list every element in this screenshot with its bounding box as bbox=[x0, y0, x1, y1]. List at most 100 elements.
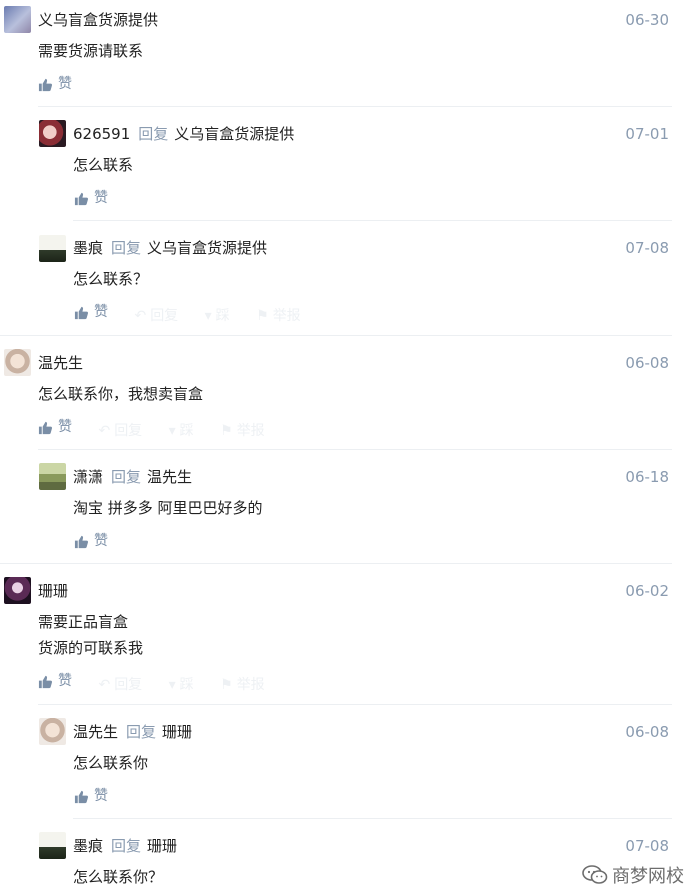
thumbs-up-icon bbox=[74, 306, 89, 319]
reply-header: 墨痕 回复 义乌盲盒货源提供 bbox=[73, 238, 267, 258]
like-label: 赞 bbox=[94, 304, 108, 320]
reply-label: 回复 bbox=[126, 723, 157, 741]
thumbs-up-icon bbox=[38, 675, 53, 688]
comment-text: 淘宝 拼多多 阿里巴巴好多的 bbox=[73, 499, 263, 517]
reply-button[interactable]: ↶ 回复 bbox=[98, 421, 142, 441]
reply-label: 回复 bbox=[150, 307, 179, 324]
comment-author[interactable]: 珊珊 bbox=[38, 581, 68, 601]
avatar[interactable] bbox=[39, 235, 66, 262]
comment-author[interactable]: 626591 bbox=[73, 125, 130, 143]
comment-date: 07-01 bbox=[625, 125, 669, 143]
avatar[interactable] bbox=[39, 832, 66, 859]
report-button[interactable]: ⚑ 举报 bbox=[220, 675, 265, 695]
reply-target[interactable]: 温先生 bbox=[147, 468, 192, 486]
comment-date: 06-08 bbox=[625, 723, 669, 741]
like-button[interactable]: 赞 bbox=[38, 74, 72, 94]
report-label: 举报 bbox=[236, 676, 265, 693]
report-label: 举报 bbox=[272, 307, 301, 324]
divider bbox=[38, 704, 672, 705]
reply-label: 回复 bbox=[111, 837, 142, 855]
comment-actions: 赞 ↶ 回复 ▾ 踩 ⚑ 举报 bbox=[38, 417, 265, 441]
flag-icon: ⚑ bbox=[220, 676, 233, 693]
comment-text: 怎么联系你？ bbox=[73, 868, 164, 886]
reply-header: 626591 回复 义乌盲盒货源提供 bbox=[73, 124, 294, 144]
reply-button[interactable]: ↶ 回复 bbox=[98, 675, 142, 695]
comment-text: 怎么联系你，我想卖盲盒 bbox=[38, 385, 204, 403]
dislike-button[interactable]: ▾ 踩 bbox=[169, 675, 194, 695]
divider bbox=[0, 563, 672, 564]
comment-author[interactable]: 义乌盲盒货源提供 bbox=[38, 10, 158, 30]
like-button[interactable]: 赞 bbox=[74, 786, 108, 806]
comment-actions: 赞 ↶ 回复 ▾ 踩 ⚑ 举报 bbox=[74, 302, 301, 326]
thumbs-up-icon bbox=[74, 790, 89, 803]
comment-date: 06-18 bbox=[625, 468, 669, 486]
comment-date: 07-08 bbox=[625, 239, 669, 257]
avatar[interactable] bbox=[4, 6, 31, 33]
like-label: 赞 bbox=[94, 533, 108, 549]
comment-text: 需要货源请联系 bbox=[38, 42, 144, 60]
like-label: 赞 bbox=[94, 190, 108, 206]
comment-text: 货源的可联系我 bbox=[38, 639, 144, 657]
report-label: 举报 bbox=[236, 422, 265, 439]
comment-actions: 赞 bbox=[38, 74, 72, 98]
report-button[interactable]: ⚑ 举报 bbox=[220, 421, 265, 441]
like-button[interactable]: 赞 bbox=[38, 417, 72, 437]
reply-label: 回复 bbox=[114, 676, 143, 693]
reply-target[interactable]: 义乌盲盒货源提供 bbox=[174, 125, 294, 143]
reply-label: 回复 bbox=[114, 422, 143, 439]
comment-date: 06-08 bbox=[625, 354, 669, 372]
dislike-label: 踩 bbox=[179, 676, 194, 693]
comment-author[interactable]: 墨痕 bbox=[73, 837, 103, 855]
comment-actions: 赞 bbox=[74, 188, 108, 212]
dislike-label: 踩 bbox=[215, 307, 230, 324]
flag-icon: ⚑ bbox=[220, 422, 233, 439]
like-button[interactable]: 赞 bbox=[74, 302, 108, 322]
like-button[interactable]: 赞 bbox=[38, 671, 72, 691]
avatar[interactable] bbox=[39, 718, 66, 745]
comment-date: 06-02 bbox=[625, 582, 669, 600]
comment-text: 怎么联系？ bbox=[73, 270, 149, 288]
like-label: 赞 bbox=[58, 76, 72, 92]
like-label: 赞 bbox=[94, 788, 108, 804]
report-button[interactable]: ⚑ 举报 bbox=[256, 306, 301, 326]
reply-label: 回复 bbox=[111, 239, 142, 257]
comment-actions: 赞 bbox=[74, 786, 108, 810]
thumbs-up-icon bbox=[74, 535, 89, 548]
like-button[interactable]: 赞 bbox=[74, 531, 108, 551]
dislike-button[interactable]: ▾ 踩 bbox=[169, 421, 194, 441]
divider bbox=[73, 220, 672, 221]
flag-icon: ⚑ bbox=[256, 307, 269, 324]
comment-text: 怎么联系 bbox=[73, 156, 134, 174]
comment-date: 06-30 bbox=[625, 11, 669, 29]
comment-text: 怎么联系你 bbox=[73, 754, 149, 772]
divider bbox=[38, 106, 672, 107]
avatar[interactable] bbox=[4, 349, 31, 376]
reply-target[interactable]: 珊珊 bbox=[147, 837, 177, 855]
wechat-icon bbox=[582, 865, 608, 884]
thumbs-down-icon: ▾ bbox=[168, 676, 176, 693]
comment-actions: 赞 ↶ 回复 ▾ 踩 ⚑ 举报 bbox=[38, 671, 265, 695]
comment-author[interactable]: 墨痕 bbox=[73, 239, 103, 257]
like-label: 赞 bbox=[58, 673, 72, 689]
thumbs-up-icon bbox=[38, 78, 53, 91]
like-button[interactable]: 赞 bbox=[74, 188, 108, 208]
reply-button[interactable]: ↶ 回复 bbox=[134, 306, 178, 326]
avatar[interactable] bbox=[4, 577, 31, 604]
comment-actions: 赞 bbox=[74, 531, 108, 555]
avatar[interactable] bbox=[39, 463, 66, 490]
thumbs-up-icon bbox=[38, 421, 53, 434]
comment-author[interactable]: 温先生 bbox=[38, 353, 83, 373]
reply-header: 温先生 回复 珊珊 bbox=[73, 722, 192, 742]
reply-target[interactable]: 珊珊 bbox=[162, 723, 192, 741]
comment-author[interactable]: 潇潇 bbox=[73, 468, 103, 486]
thumbs-down-icon: ▾ bbox=[204, 307, 212, 324]
reply-label: 回复 bbox=[138, 125, 169, 143]
reply-target[interactable]: 义乌盲盒货源提供 bbox=[147, 239, 267, 257]
like-label: 赞 bbox=[58, 419, 72, 435]
reply-header: 墨痕 回复 珊珊 bbox=[73, 836, 177, 856]
avatar[interactable] bbox=[39, 120, 66, 147]
reply-header: 潇潇 回复 温先生 bbox=[73, 467, 192, 487]
comment-author[interactable]: 温先生 bbox=[73, 723, 118, 741]
comment-date: 07-08 bbox=[625, 837, 669, 855]
dislike-button[interactable]: ▾ 踩 bbox=[205, 306, 230, 326]
